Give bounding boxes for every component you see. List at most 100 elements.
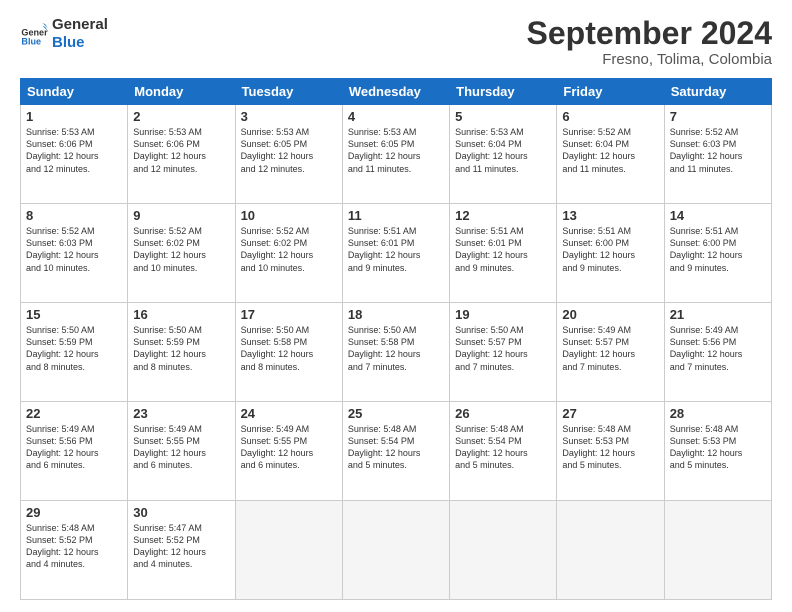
calendar-cell: 9 Sunrise: 5:52 AM Sunset: 6:02 PM Daylig… — [128, 204, 235, 303]
day-number: 3 — [241, 109, 337, 124]
calendar-cell: 10 Sunrise: 5:52 AM Sunset: 6:02 PM Dayli… — [235, 204, 342, 303]
logo-icon: General Blue — [20, 20, 48, 48]
day-info: Sunrise: 5:49 AM Sunset: 5:55 PM Dayligh… — [241, 423, 337, 472]
month-title: September 2024 — [527, 16, 772, 51]
calendar-header-friday: Friday — [557, 79, 664, 105]
calendar-cell: 22 Sunrise: 5:49 AM Sunset: 5:56 PM Dayli… — [21, 402, 128, 501]
logo: General Blue General Blue — [20, 16, 108, 52]
day-info: Sunrise: 5:49 AM Sunset: 5:55 PM Dayligh… — [133, 423, 229, 472]
calendar-cell: 20Sunrise: 5:49 AM Sunset: 5:57 PM Dayli… — [557, 303, 664, 402]
day-number: 26 — [455, 406, 551, 421]
calendar-cell: 27Sunrise: 5:48 AM Sunset: 5:53 PM Dayli… — [557, 402, 664, 501]
calendar-cell — [342, 501, 449, 600]
day-number: 27 — [562, 406, 658, 421]
calendar-cell: 24 Sunrise: 5:49 AM Sunset: 5:55 PM Dayli… — [235, 402, 342, 501]
day-info: Sunrise: 5:49 AM Sunset: 5:56 PM Dayligh… — [26, 423, 122, 472]
day-number: 4 — [348, 109, 444, 124]
day-number: 21 — [670, 307, 766, 322]
day-number: 8 — [26, 208, 122, 223]
day-info: Sunrise: 5:53 AM Sunset: 6:05 PM Dayligh… — [348, 126, 444, 175]
day-info: Sunrise: 5:48 AM Sunset: 5:54 PM Dayligh… — [455, 423, 551, 472]
calendar-week-row: 8 Sunrise: 5:52 AM Sunset: 6:03 PM Daylig… — [21, 204, 772, 303]
header: General Blue General Blue September 2024… — [20, 16, 772, 68]
day-info: Sunrise: 5:53 AM Sunset: 6:06 PM Dayligh… — [133, 126, 229, 175]
calendar-cell — [450, 501, 557, 600]
day-number: 25 — [348, 406, 444, 421]
day-info: Sunrise: 5:51 AM Sunset: 6:01 PM Dayligh… — [455, 225, 551, 274]
calendar-cell: 28 Sunrise: 5:48 AM Sunset: 5:53 PM Dayli… — [664, 402, 771, 501]
day-info: Sunrise: 5:53 AM Sunset: 6:06 PM Dayligh… — [26, 126, 122, 175]
day-info: Sunrise: 5:51 AM Sunset: 6:00 PM Dayligh… — [562, 225, 658, 274]
calendar-cell: 30 Sunrise: 5:47 AM Sunset: 5:52 PM Dayli… — [128, 501, 235, 600]
day-number: 23 — [133, 406, 229, 421]
calendar-cell: 8 Sunrise: 5:52 AM Sunset: 6:03 PM Daylig… — [21, 204, 128, 303]
day-number: 24 — [241, 406, 337, 421]
calendar-header-wednesday: Wednesday — [342, 79, 449, 105]
day-info: Sunrise: 5:49 AM Sunset: 5:56 PM Dayligh… — [670, 324, 766, 373]
day-number: 15 — [26, 307, 122, 322]
day-info: Sunrise: 5:48 AM Sunset: 5:53 PM Dayligh… — [670, 423, 766, 472]
calendar-week-row: 22 Sunrise: 5:49 AM Sunset: 5:56 PM Dayli… — [21, 402, 772, 501]
svg-text:Blue: Blue — [21, 37, 41, 47]
day-number: 17 — [241, 307, 337, 322]
day-info: Sunrise: 5:53 AM Sunset: 6:05 PM Dayligh… — [241, 126, 337, 175]
day-info: Sunrise: 5:52 AM Sunset: 6:02 PM Dayligh… — [133, 225, 229, 274]
calendar-cell: 13Sunrise: 5:51 AM Sunset: 6:00 PM Dayli… — [557, 204, 664, 303]
day-info: Sunrise: 5:53 AM Sunset: 6:04 PM Dayligh… — [455, 126, 551, 175]
logo-general: General — [52, 16, 108, 34]
calendar-cell: 26 Sunrise: 5:48 AM Sunset: 5:54 PM Dayli… — [450, 402, 557, 501]
day-number: 18 — [348, 307, 444, 322]
day-number: 6 — [562, 109, 658, 124]
day-info: Sunrise: 5:52 AM Sunset: 6:03 PM Dayligh… — [670, 126, 766, 175]
day-info: Sunrise: 5:48 AM Sunset: 5:54 PM Dayligh… — [348, 423, 444, 472]
day-number: 1 — [26, 109, 122, 124]
calendar-week-row: 1 Sunrise: 5:53 AM Sunset: 6:06 PM Daylig… — [21, 105, 772, 204]
calendar-cell: 21 Sunrise: 5:49 AM Sunset: 5:56 PM Dayli… — [664, 303, 771, 402]
day-info: Sunrise: 5:52 AM Sunset: 6:02 PM Dayligh… — [241, 225, 337, 274]
day-info: Sunrise: 5:48 AM Sunset: 5:52 PM Dayligh… — [26, 522, 122, 571]
day-number: 20 — [562, 307, 658, 322]
day-number: 19 — [455, 307, 551, 322]
day-number: 5 — [455, 109, 551, 124]
day-info: Sunrise: 5:50 AM Sunset: 5:57 PM Dayligh… — [455, 324, 551, 373]
calendar-cell: 19 Sunrise: 5:50 AM Sunset: 5:57 PM Dayli… — [450, 303, 557, 402]
calendar-header-monday: Monday — [128, 79, 235, 105]
calendar-header-saturday: Saturday — [664, 79, 771, 105]
calendar-cell: 2 Sunrise: 5:53 AM Sunset: 6:06 PM Daylig… — [128, 105, 235, 204]
day-number: 2 — [133, 109, 229, 124]
calendar-cell: 12Sunrise: 5:51 AM Sunset: 6:01 PM Dayli… — [450, 204, 557, 303]
calendar-cell — [235, 501, 342, 600]
calendar-week-row: 15 Sunrise: 5:50 AM Sunset: 5:59 PM Dayli… — [21, 303, 772, 402]
day-info: Sunrise: 5:47 AM Sunset: 5:52 PM Dayligh… — [133, 522, 229, 571]
calendar-cell: 25 Sunrise: 5:48 AM Sunset: 5:54 PM Dayli… — [342, 402, 449, 501]
day-info: Sunrise: 5:50 AM Sunset: 5:59 PM Dayligh… — [26, 324, 122, 373]
day-number: 7 — [670, 109, 766, 124]
day-number: 10 — [241, 208, 337, 223]
calendar-cell: 1 Sunrise: 5:53 AM Sunset: 6:06 PM Daylig… — [21, 105, 128, 204]
calendar-cell: 17 Sunrise: 5:50 AM Sunset: 5:58 PM Dayli… — [235, 303, 342, 402]
calendar-cell: 5 Sunrise: 5:53 AM Sunset: 6:04 PM Daylig… — [450, 105, 557, 204]
calendar-cell: 6 Sunrise: 5:52 AM Sunset: 6:04 PM Daylig… — [557, 105, 664, 204]
day-info: Sunrise: 5:51 AM Sunset: 6:01 PM Dayligh… — [348, 225, 444, 274]
calendar-cell: 7 Sunrise: 5:52 AM Sunset: 6:03 PM Daylig… — [664, 105, 771, 204]
calendar-cell: 15 Sunrise: 5:50 AM Sunset: 5:59 PM Dayli… — [21, 303, 128, 402]
day-info: Sunrise: 5:50 AM Sunset: 5:58 PM Dayligh… — [348, 324, 444, 373]
day-info: Sunrise: 5:50 AM Sunset: 5:58 PM Dayligh… — [241, 324, 337, 373]
day-number: 22 — [26, 406, 122, 421]
calendar-table: SundayMondayTuesdayWednesdayThursdayFrid… — [20, 78, 772, 600]
logo-blue: Blue — [52, 34, 108, 52]
calendar-cell: 14 Sunrise: 5:51 AM Sunset: 6:00 PM Dayli… — [664, 204, 771, 303]
day-number: 28 — [670, 406, 766, 421]
day-number: 14 — [670, 208, 766, 223]
calendar-cell: 18 Sunrise: 5:50 AM Sunset: 5:58 PM Dayli… — [342, 303, 449, 402]
day-info: Sunrise: 5:52 AM Sunset: 6:03 PM Dayligh… — [26, 225, 122, 274]
calendar-cell: 11 Sunrise: 5:51 AM Sunset: 6:01 PM Dayli… — [342, 204, 449, 303]
day-number: 11 — [348, 208, 444, 223]
day-info: Sunrise: 5:51 AM Sunset: 6:00 PM Dayligh… — [670, 225, 766, 274]
calendar-cell: 29 Sunrise: 5:48 AM Sunset: 5:52 PM Dayli… — [21, 501, 128, 600]
day-info: Sunrise: 5:52 AM Sunset: 6:04 PM Dayligh… — [562, 126, 658, 175]
calendar-header-tuesday: Tuesday — [235, 79, 342, 105]
day-number: 29 — [26, 505, 122, 520]
day-number: 30 — [133, 505, 229, 520]
day-number: 9 — [133, 208, 229, 223]
